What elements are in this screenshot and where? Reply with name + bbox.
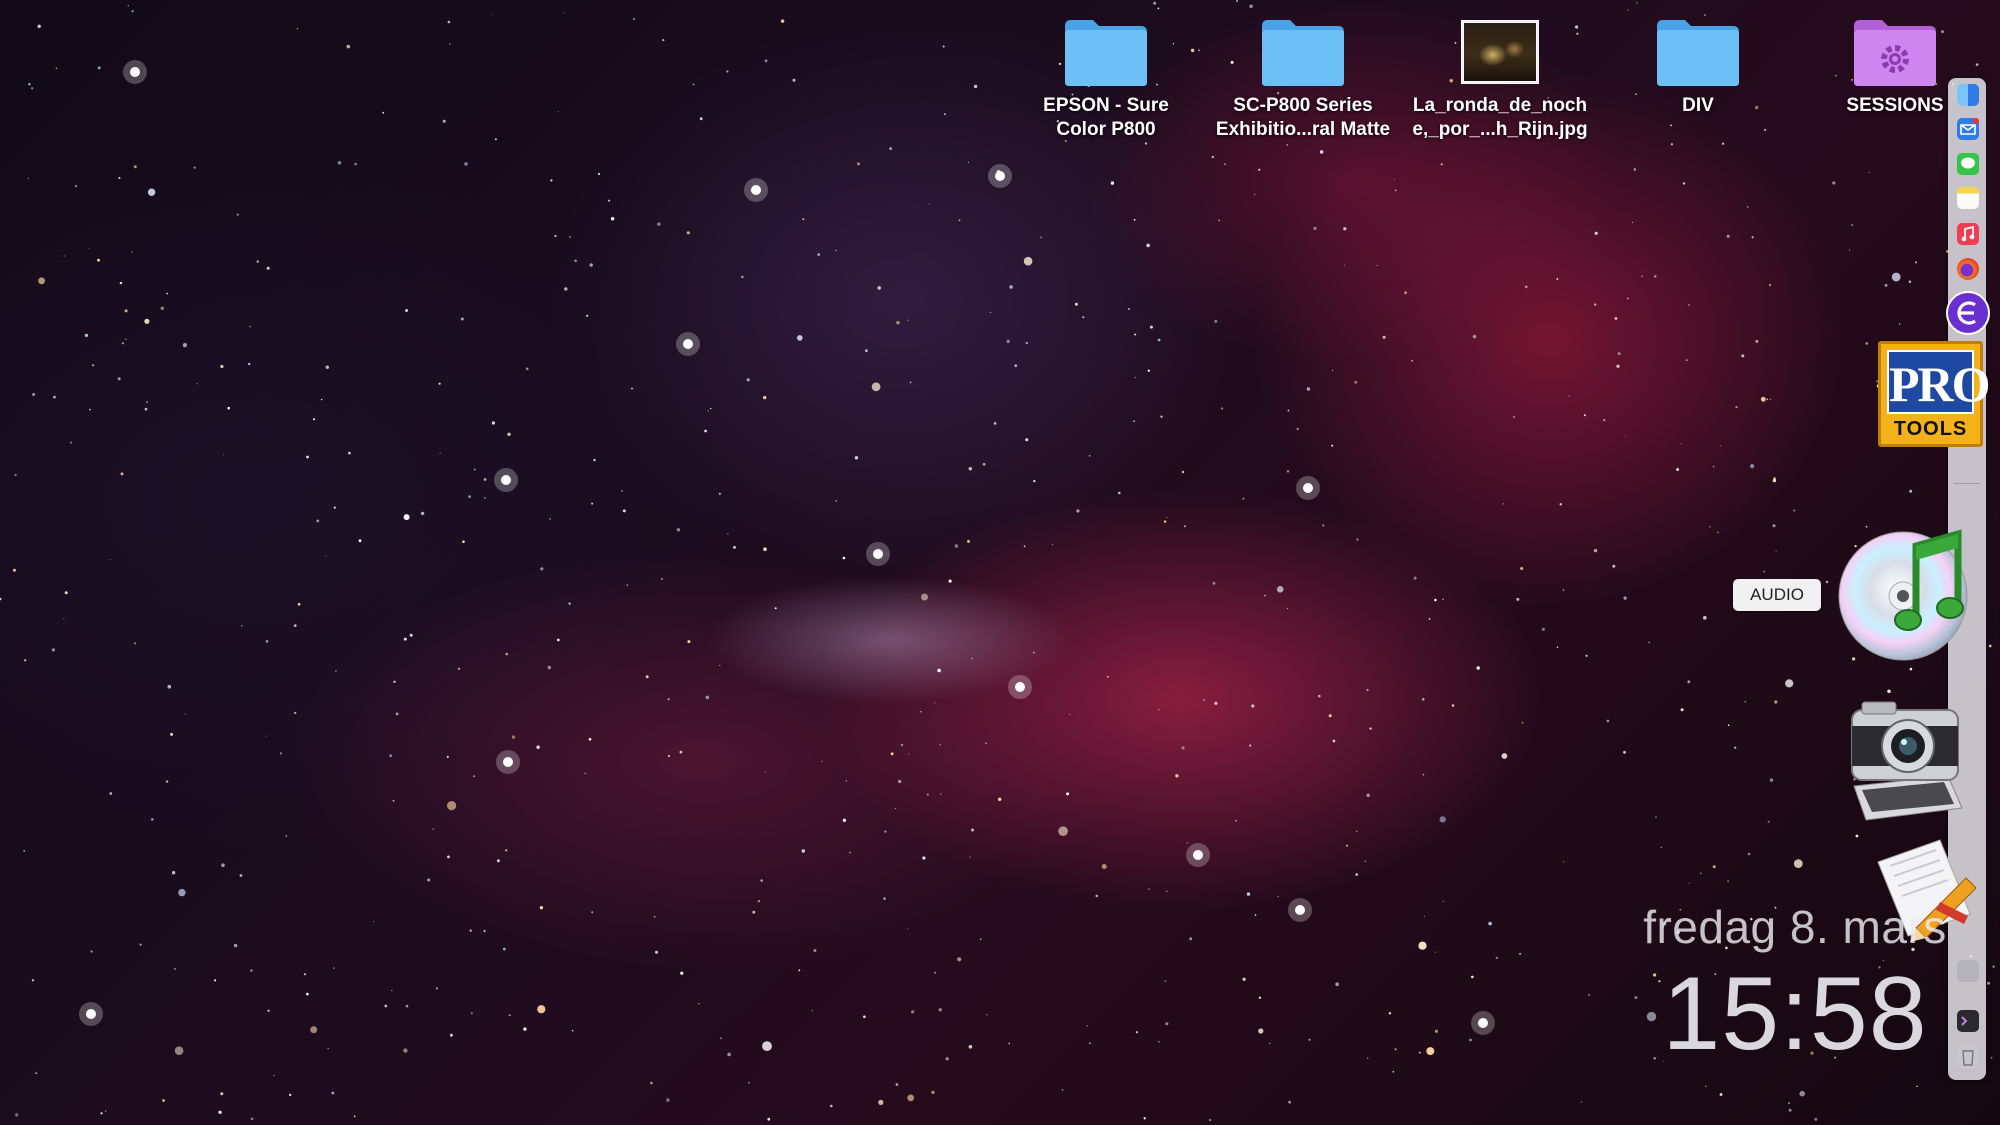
lock-clock-time: 15:58 [1662,956,1928,1072]
image-thumbnail-icon [1461,20,1539,84]
protools-app-icon[interactable]: PRO TOOLS [1878,341,1991,447]
image-capture-camera-icon[interactable] [1848,698,1968,823]
desktop-icon-label: e,_por_...h_Rijn.jpg [1412,119,1588,140]
folder-icon [1065,20,1147,86]
messages-icon[interactable] [1957,153,1979,175]
music-icon[interactable] [1957,223,1979,245]
dock-item-utility-icon[interactable] [1957,960,1979,982]
desktop-icon-label: La_ronda_de_noch [1412,95,1588,116]
e-app-icon[interactable] [1946,291,1990,335]
mail-icon[interactable] [1957,118,1979,140]
desktop-icon-label: SESSIONS [1846,95,1944,116]
desktop-icon-sc-p800-folder[interactable]: SC-P800 Series Exhibitio...ral Matte [1208,16,1398,142]
desktop-icon-label: Color P800 [1056,119,1156,140]
desktop-icon-epson-folder[interactable]: EPSON - Sure Color P800 [1011,16,1201,142]
dock-tooltip-audio: AUDIO [1733,579,1821,611]
notes-icon[interactable] [1957,187,1979,209]
desktop-icon-label: EPSON - Sure [1043,95,1169,116]
desktop-icon-la-ronda-jpg[interactable]: La_ronda_de_noch e,_por_...h_Rijn.jpg [1405,16,1595,142]
finder-icon[interactable] [1957,84,1979,106]
protools-logo-text: PRO [1887,350,1991,414]
purple-settings-folder-icon [1854,20,1936,86]
dock-separator [1954,483,1980,484]
desktop-icon-label: DIV [1682,95,1714,116]
trash-icon[interactable] [1957,1046,1979,1068]
desktop-icon-label: SC-P800 Series [1233,95,1373,116]
folder-icon [1657,20,1739,86]
audio-cd-music-icon[interactable] [1828,516,1978,666]
lock-clock-date: fredag 8. mars [1643,901,1947,953]
desktop-icon-label: Exhibitio...ral Matte [1215,119,1391,140]
firefox-icon[interactable] [1957,258,1979,280]
desktop-icon-div-folder[interactable]: DIV [1603,16,1793,118]
dock-item-terminal-icon[interactable] [1957,1010,1979,1032]
folder-icon [1262,20,1344,86]
protools-logo-subtext: TOOLS [1893,418,1968,440]
